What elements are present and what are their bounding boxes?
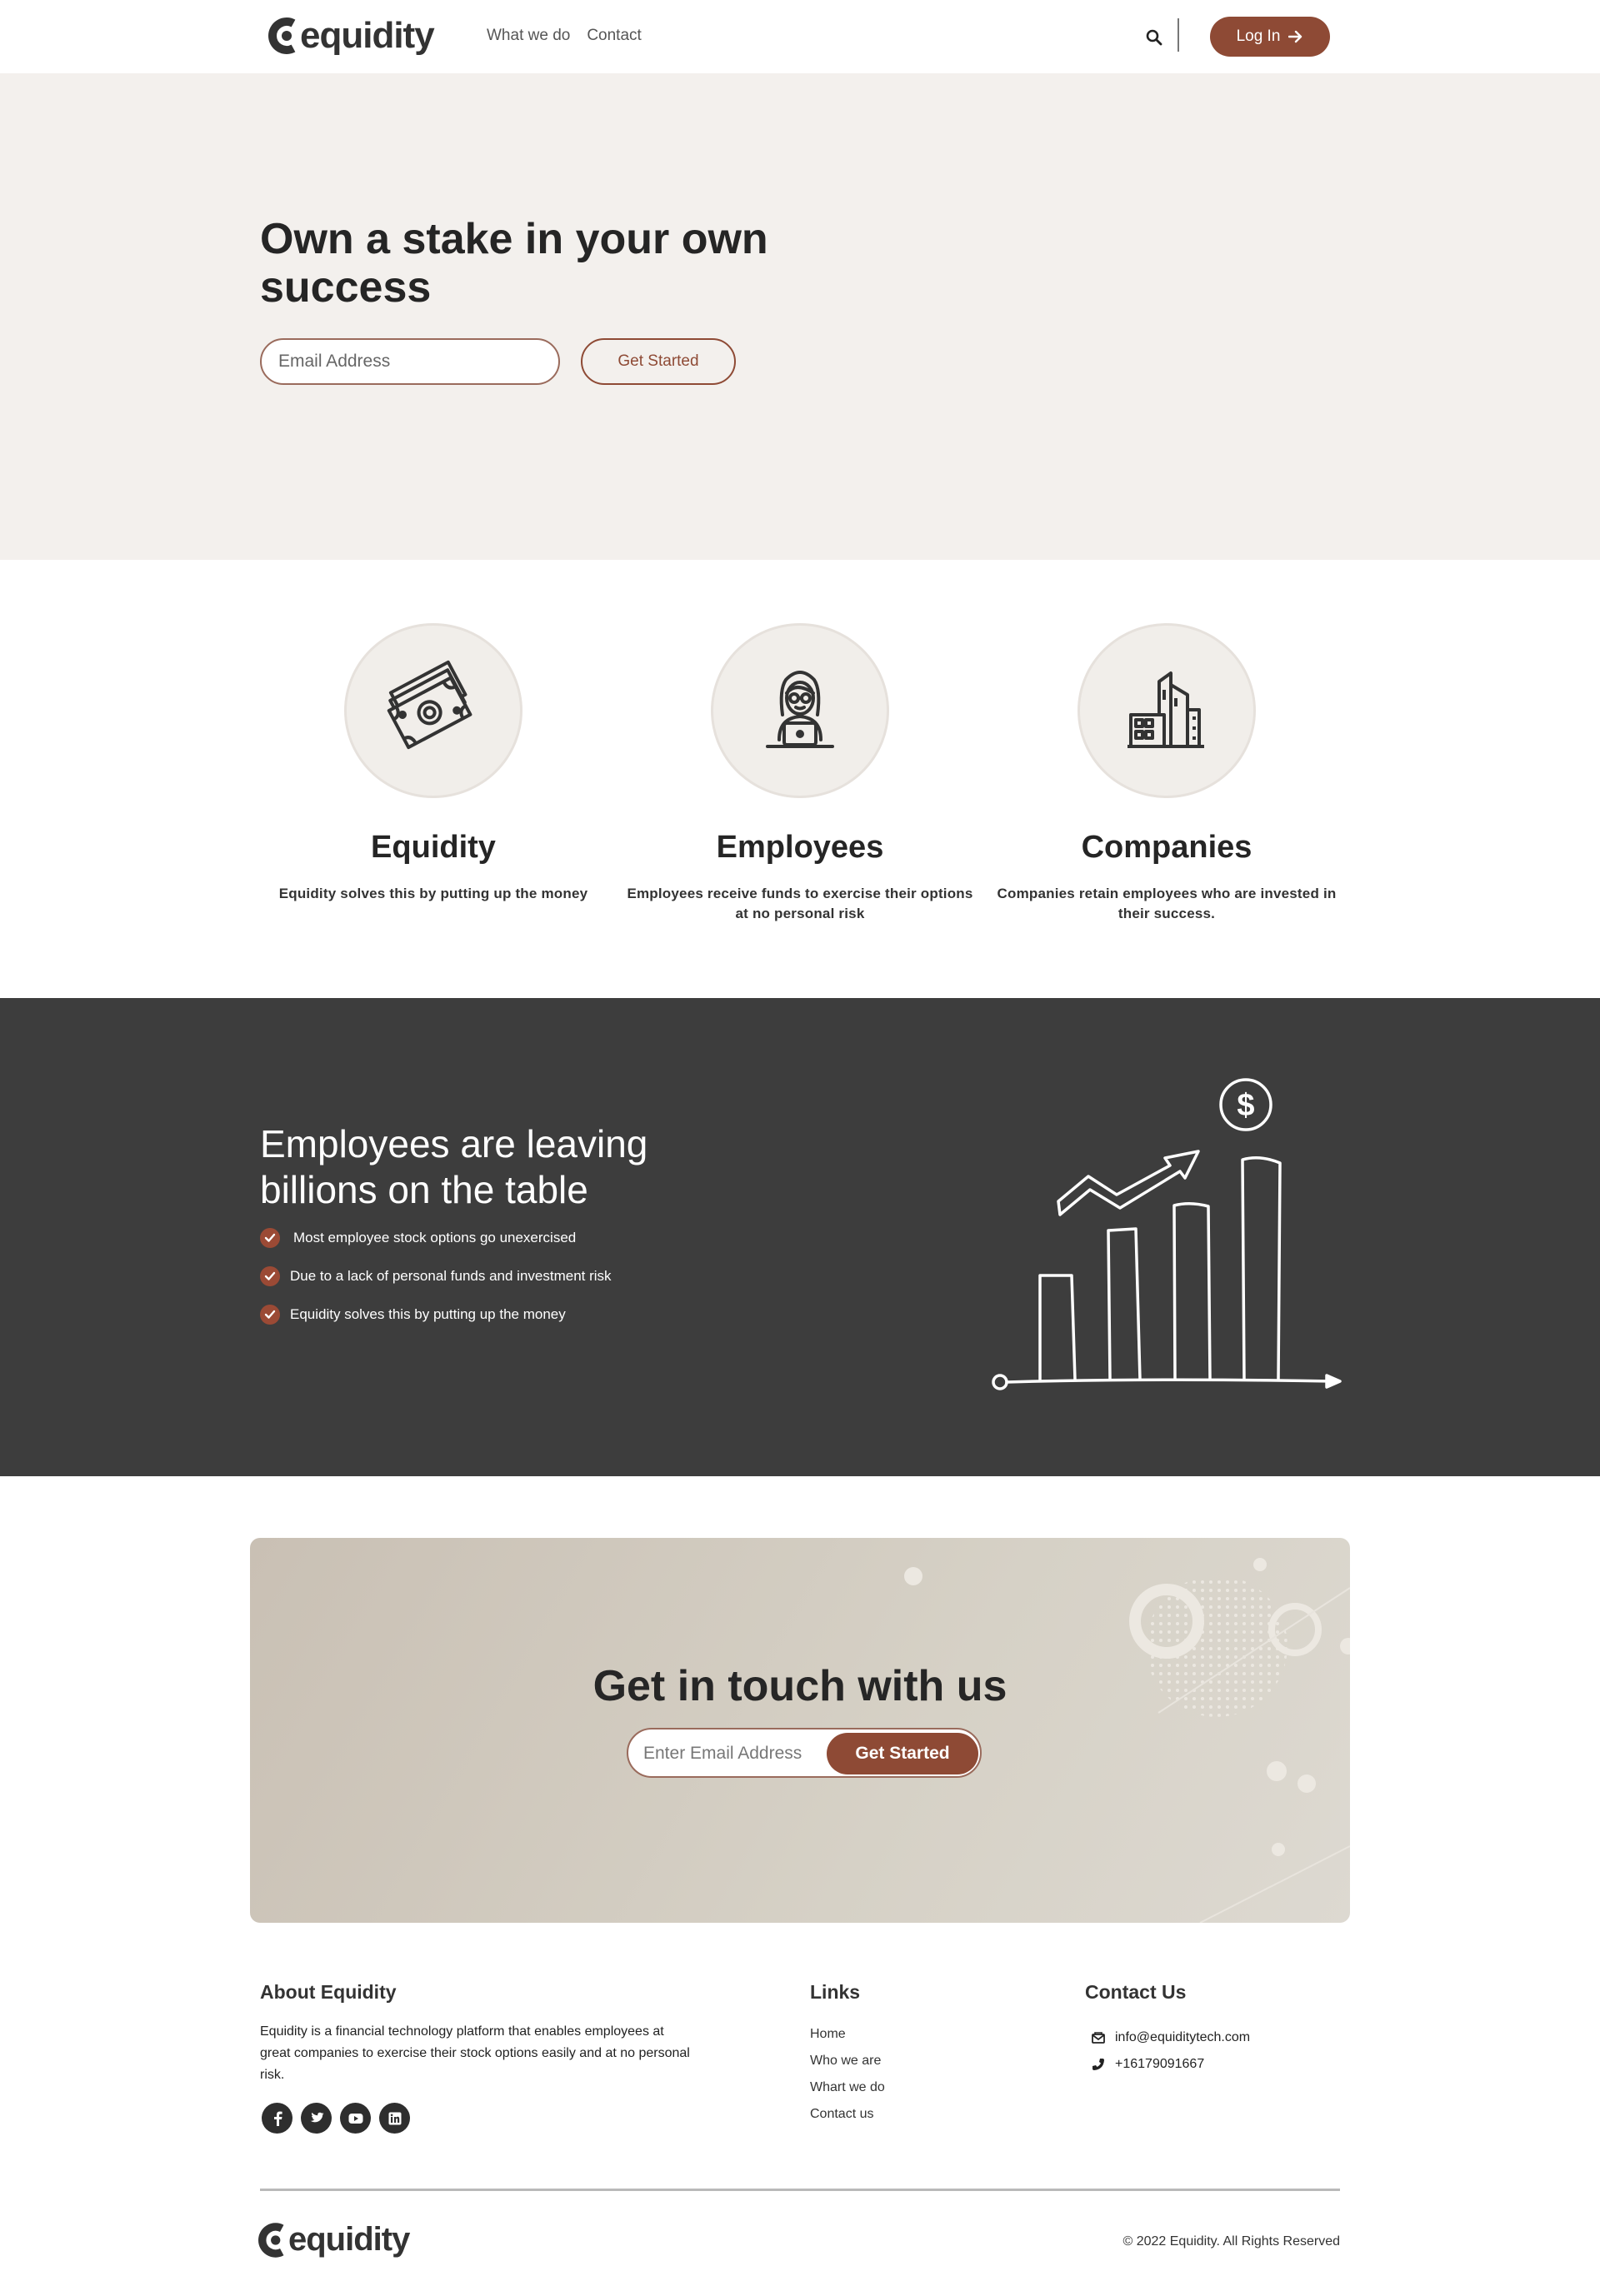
feature-icon-circle	[344, 623, 522, 798]
footer-about-text: Equidity is a financial technology platf…	[260, 2024, 690, 2082]
footer-links: Home Who we are Whart we do Contact us	[810, 2024, 885, 2131]
logo-mark-icon	[258, 2222, 284, 2258]
login-label: Log In	[1236, 27, 1281, 45]
footer-links-title: Links	[810, 1981, 861, 2003]
growth-chart-icon: $	[992, 1078, 1342, 1390]
footer-brand-logo[interactable]: equidity	[258, 2221, 410, 2259]
bullet-text: Most employee stock options go unexercis…	[293, 1230, 577, 1245]
contact-get-started-button[interactable]: Get Started	[827, 1733, 978, 1774]
login-button[interactable]: Log In	[1210, 17, 1330, 57]
brand-name: equidity	[300, 15, 435, 56]
problem-title: Employees are leaving billions on the ta…	[260, 1122, 648, 1211]
nav-link-what-we-do[interactable]: What we do	[487, 27, 570, 45]
footer-about-title: About Equidity	[260, 1981, 397, 2003]
arrow-right-icon	[1288, 30, 1302, 43]
hero-get-started-button[interactable]: Get Started	[581, 338, 736, 385]
footer-contact-title: Contact Us	[1085, 1981, 1187, 2003]
footer-divider	[260, 2189, 1340, 2191]
footer-email: info@equiditytech.com	[1115, 2030, 1251, 2044]
phone-icon	[1092, 2059, 1104, 2070]
linkedin-icon[interactable]	[379, 2103, 410, 2134]
hero-section: Own a stake in your own success Get Star…	[0, 73, 1600, 560]
footer-link-contact-us[interactable]: Contact us	[810, 2104, 885, 2131]
footer-email-row[interactable]: info@equiditytech.com	[1092, 2024, 1250, 2051]
brand-logo[interactable]: equidity	[268, 15, 435, 57]
buildings-icon	[1128, 671, 1204, 748]
check-icon	[260, 1266, 280, 1286]
footer-contact-list: info@equiditytech.com +16179091667	[1092, 2024, 1250, 2078]
envelope-icon	[1092, 2032, 1105, 2044]
nav-links: What we do Contact	[487, 27, 642, 45]
footer-link-who-we-are[interactable]: Who we are	[810, 2051, 885, 2078]
feature-employees: Employees Employees receive funds to exe…	[625, 623, 975, 924]
feature-equidity: Equidity Equidity solves this by putting…	[258, 623, 608, 904]
money-icon	[387, 660, 472, 750]
nav-link-contact[interactable]: Contact	[587, 27, 641, 45]
footer-phone: +16179091667	[1115, 2057, 1205, 2071]
nav-divider	[1178, 18, 1179, 52]
feature-title: Companies	[1081, 830, 1252, 865]
feature-title: Employees	[716, 830, 884, 865]
bullet-item: Due to a lack of personal funds and inve…	[260, 1266, 612, 1286]
footer-link-home[interactable]: Home	[810, 2024, 885, 2051]
hero-email-input[interactable]	[260, 338, 560, 385]
youtube-icon[interactable]	[340, 2103, 371, 2134]
top-nav: equidity What we do Contact Log In	[0, 0, 1600, 73]
feature-icon-circle	[711, 623, 889, 798]
feature-title: Equidity	[371, 830, 496, 865]
bullet-item: Most employee stock options go unexercis…	[260, 1228, 576, 1248]
social-links	[262, 2103, 410, 2134]
dollar-sign: $	[1237, 1088, 1254, 1123]
hero-title: Own a stake in your own success	[260, 215, 768, 312]
footer-phone-row[interactable]: +16179091667	[1092, 2051, 1250, 2078]
contact-email-form: Get Started	[627, 1728, 982, 1778]
feature-companies: Companies Companies retain employees who…	[992, 623, 1342, 924]
contact-cta-card: Get in touch with us Get Started	[250, 1538, 1350, 1923]
facebook-icon[interactable]	[262, 2103, 292, 2134]
bullet-item: Equidity solves this by putting up the m…	[260, 1305, 566, 1325]
page: equidity What we do Contact Log In Own a…	[0, 0, 1600, 2296]
feature-text: Companies retain employees who are inves…	[997, 886, 1337, 921]
logo-mark-icon	[268, 17, 296, 54]
copyright-text: © 2022 Equidity. All Rights Reserved	[1122, 2234, 1340, 2249]
feature-icon-circle	[1078, 623, 1256, 798]
twitter-icon[interactable]	[301, 2103, 332, 2134]
problem-section: Employees are leaving billions on the ta…	[0, 998, 1600, 1476]
brand-name: equidity	[288, 2221, 410, 2258]
bullet-text: Due to a lack of personal funds and inve…	[290, 1268, 612, 1284]
contact-cta-title: Get in touch with us	[592, 1662, 1008, 1710]
employee-laptop-icon	[766, 671, 834, 748]
search-icon[interactable]	[1145, 28, 1163, 47]
feature-text: Employees receive funds to exercise thei…	[627, 886, 973, 921]
footer-link-what-we-do[interactable]: Whart we do	[810, 2078, 885, 2104]
check-icon	[260, 1305, 280, 1325]
bullet-text: Equidity solves this by putting up the m…	[290, 1306, 566, 1322]
contact-email-input[interactable]	[643, 1739, 827, 1768]
feature-text: Equidity solves this by putting up the m…	[278, 886, 588, 901]
check-icon	[260, 1228, 280, 1248]
